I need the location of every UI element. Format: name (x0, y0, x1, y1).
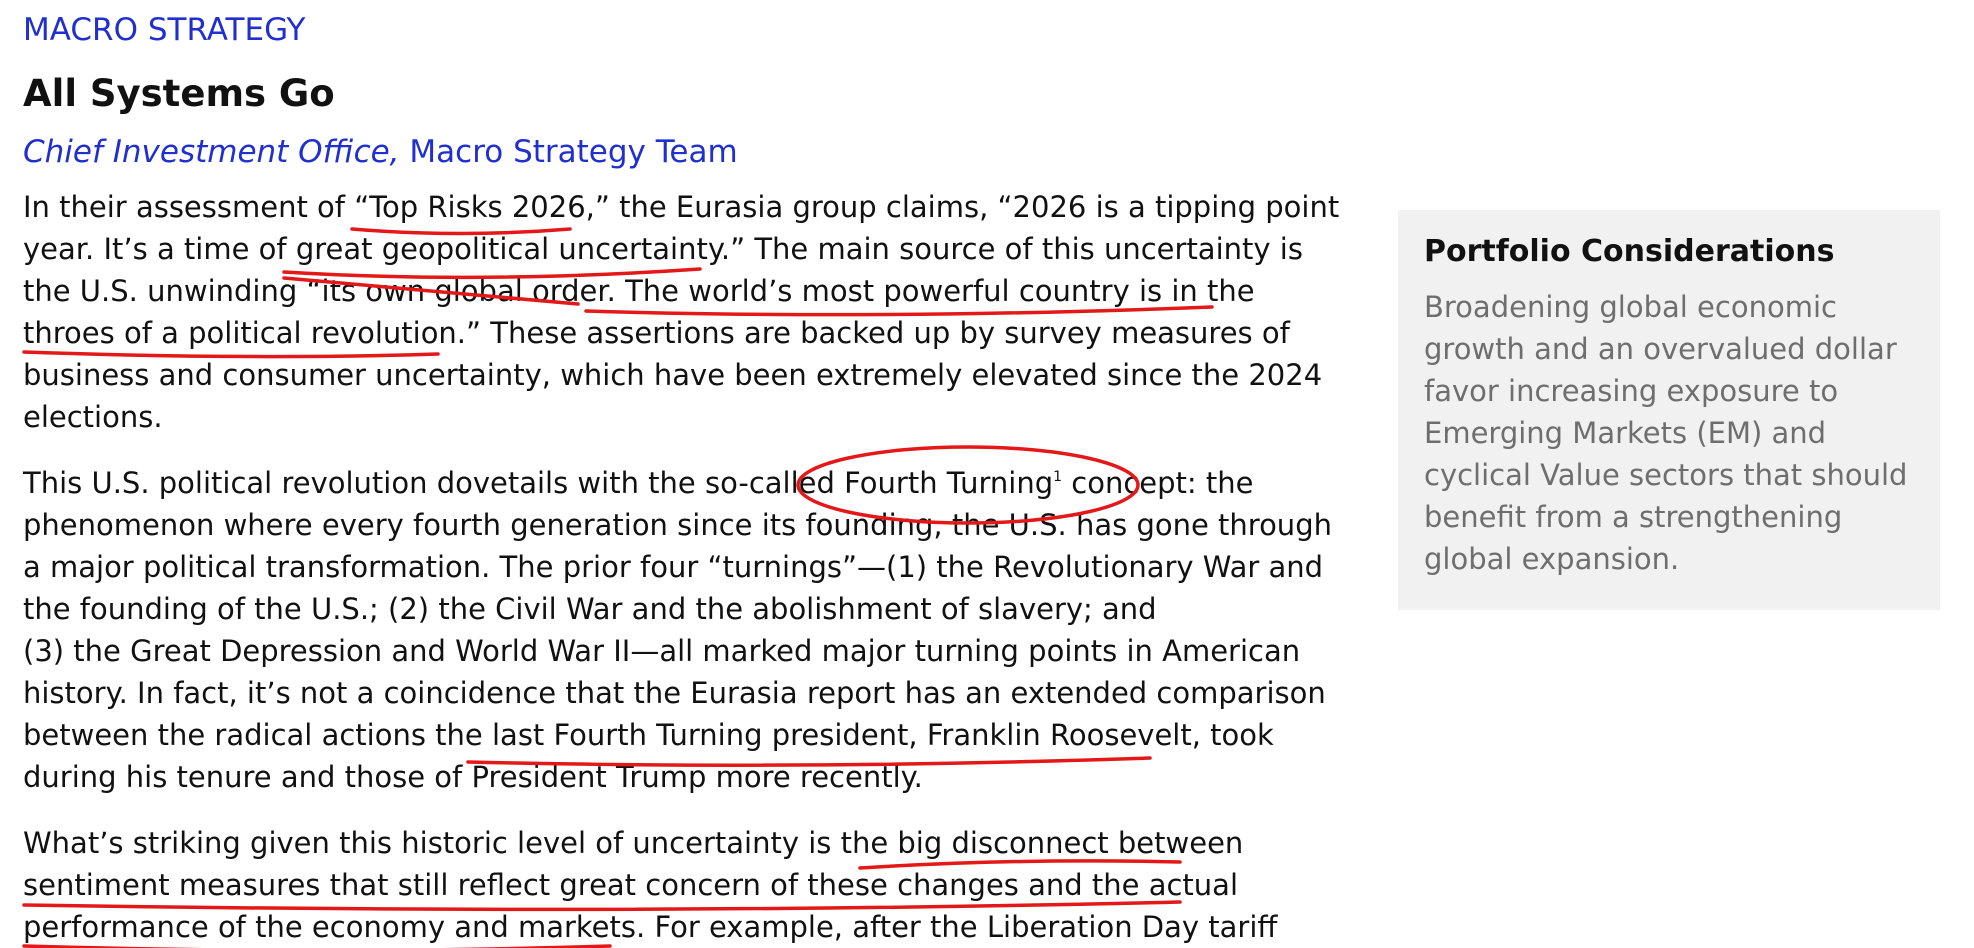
sidebar-line: Emerging Markets (EM) and (1424, 416, 1827, 450)
paragraph-line: phenomenon where every fourth generation… (23, 508, 1332, 542)
byline-office: Chief Investment Office, (23, 134, 400, 170)
paragraph-line: throes of a political revolution.” These… (23, 316, 1290, 350)
paragraph-line: year. It’s a time of great geopolitical … (23, 232, 1303, 266)
paragraph-line: elections. (23, 400, 163, 434)
paragraph-text: This U.S. political revolution dovetails… (23, 466, 1054, 500)
paragraph-text: concept: the (1062, 466, 1254, 500)
paragraph-line: This U.S. political revolution dovetails… (23, 462, 1313, 504)
sidebar-line: global expansion. (1424, 542, 1680, 576)
paragraph-line: during his tenure and those of President… (23, 760, 923, 794)
footnote-reference[interactable]: 1 (1053, 469, 1062, 485)
article-title: All Systems Go (23, 72, 335, 115)
paragraph-2: This U.S. political revolution dovetails… (23, 462, 1332, 798)
paragraph-line: the founding of the U.S.; (2) the Civil … (23, 592, 1157, 626)
sidebar-line: growth and an overvalued dollar (1424, 332, 1897, 366)
byline: Chief Investment Office, Macro Strategy … (23, 134, 738, 170)
paragraph-line: In their assessment of “Top Risks 2026,”… (23, 190, 1340, 224)
paragraph-line: a major political transformation. The pr… (23, 550, 1324, 584)
paragraph-line: business and consumer uncertainty, which… (23, 358, 1323, 392)
paragraph-line: What’s striking given this historic leve… (23, 826, 1244, 860)
sidebar-line: favor increasing exposure to (1424, 374, 1839, 408)
paragraph-line: the U.S. unwinding “its own global order… (23, 274, 1255, 308)
paragraph-line: history. In fact, it’s not a coincidence… (23, 676, 1326, 710)
portfolio-considerations-box: Portfolio Considerations Broadening glob… (1398, 210, 1940, 610)
byline-team: Macro Strategy Team (399, 134, 738, 170)
paragraph-line: between the radical actions the last Fou… (23, 718, 1274, 752)
paragraph-line: sentiment measures that still reflect gr… (23, 868, 1238, 902)
sidebar-heading: Portfolio Considerations (1424, 234, 1835, 269)
section-kicker: MACRO STRATEGY (23, 12, 306, 48)
sidebar-line: Broadening global economic (1424, 290, 1837, 324)
paragraph-3: What’s striking given this historic leve… (23, 822, 1313, 948)
paragraph-1: In their assessment of “Top Risks 2026,”… (23, 186, 1340, 438)
sidebar-line: benefit from a strengthening (1424, 500, 1843, 534)
paragraph-line: (3) the Great Depression and World War I… (23, 634, 1301, 668)
paragraph-line: performance of the economy and markets. … (23, 910, 1278, 944)
sidebar-line: cyclical Value sectors that should (1424, 458, 1908, 492)
